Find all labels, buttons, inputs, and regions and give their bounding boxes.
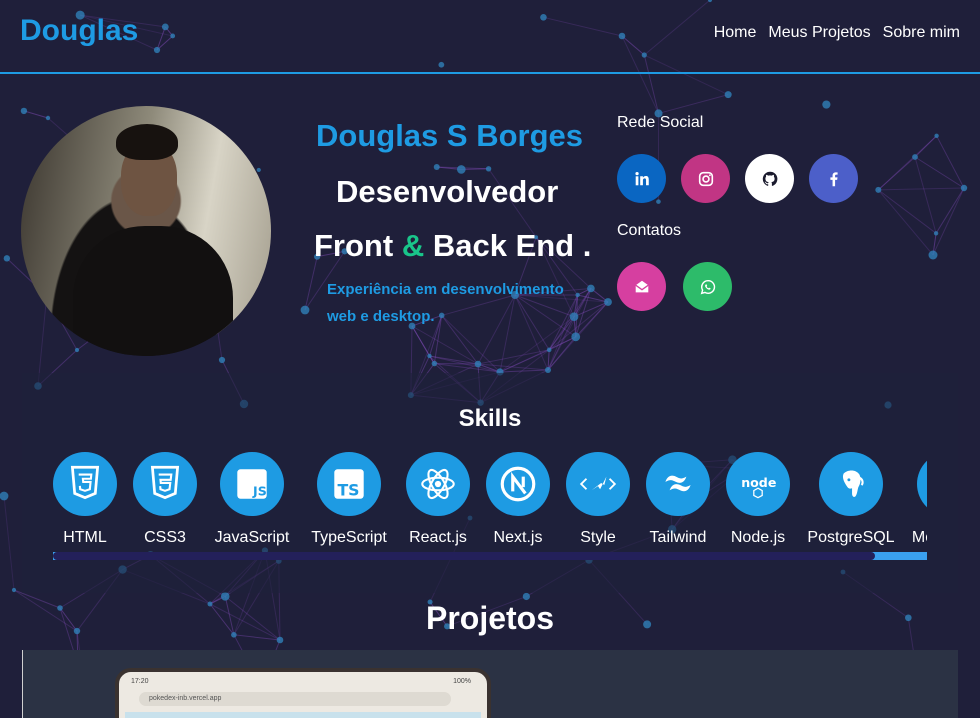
typescript-icon: TS [317, 452, 381, 516]
nav-link-projects[interactable]: Meus Projetos [768, 24, 870, 42]
whatsapp-icon [700, 279, 715, 294]
postgresql-icon [819, 452, 883, 516]
role-back: Back End . [432, 228, 592, 263]
brand-logo[interactable]: Douglas [20, 14, 138, 48]
tailwind-icon [646, 452, 710, 516]
preview-time: 17:20 [131, 678, 149, 685]
role-line-2: Front & Back End . [314, 228, 591, 264]
instagram-icon [698, 171, 713, 186]
skill-label: Tailwind [649, 529, 707, 546]
facebook-icon [829, 171, 838, 186]
preview-url-bar: pokedex-inb.vercel.app [139, 692, 451, 706]
react-icon [406, 452, 470, 516]
experience-text: Experiência em desenvolvimento web e des… [327, 281, 564, 325]
contacts-section-title: Contatos [617, 222, 682, 239]
whatsapp-button[interactable] [683, 262, 732, 311]
github-button[interactable] [745, 154, 794, 203]
email-button[interactable] [617, 262, 666, 311]
envelope-icon [634, 280, 649, 292]
top-navbar: Douglas Home Meus Projetos Sobre mim [0, 0, 980, 74]
preview-battery: 100% [453, 678, 471, 685]
skills-scroll-thumb[interactable] [53, 552, 875, 560]
skill-label: Next.js [493, 529, 543, 546]
projects-title: Projetos [425, 600, 555, 636]
styled-components-icon [566, 452, 630, 516]
profile-name: Douglas S Borges [316, 118, 583, 153]
mongodb-icon [917, 452, 927, 516]
main-nav: Home Meus Projetos Sobre mim [714, 24, 960, 42]
facebook-button[interactable] [809, 154, 858, 203]
svg-text:node: node [741, 475, 776, 490]
project-preview-image: 17:20 100% pokedex-inb.vercel.app [115, 668, 491, 718]
nextjs-icon [486, 452, 550, 516]
profile-photo [21, 106, 271, 356]
linkedin-icon [634, 171, 649, 185]
javascript-icon: JS [220, 452, 284, 516]
role-front: Front [314, 228, 394, 263]
skill-label: React.js [409, 529, 467, 546]
role-line-1: Desenvolvedor [336, 174, 559, 209]
svg-text:JS: JS [252, 484, 267, 499]
project-card[interactable]: 17:20 100% pokedex-inb.vercel.app [22, 650, 958, 718]
social-section-title: Rede Social [617, 114, 704, 131]
instagram-button[interactable] [681, 154, 730, 203]
skills-carousel[interactable]: HTML CSS3 JS JavaScript TS TypeScript Re… [53, 452, 927, 552]
svg-text:TS: TS [337, 481, 359, 500]
github-icon [762, 171, 777, 186]
role-ampersand: & [401, 228, 425, 263]
skills-title: Skills [458, 405, 522, 432]
nav-link-home[interactable]: Home [714, 24, 757, 42]
skill-label: TypeScript [311, 529, 387, 546]
skill-label: HTML [63, 529, 107, 546]
css3-icon [133, 452, 197, 516]
skill-label: Node.js [730, 529, 786, 546]
skill-label: PostgreSQL [807, 529, 895, 546]
nav-link-about[interactable]: Sobre mim [883, 24, 960, 42]
nodejs-icon: node [726, 452, 790, 516]
skill-label: JavaScript [214, 529, 290, 546]
skill-label: CSS3 [144, 529, 186, 546]
html-icon [53, 452, 117, 516]
linkedin-button[interactable] [617, 154, 666, 203]
skills-scrollbar[interactable] [53, 552, 927, 560]
skill-label: Mo [911, 529, 927, 546]
skill-label: Style [580, 529, 616, 546]
